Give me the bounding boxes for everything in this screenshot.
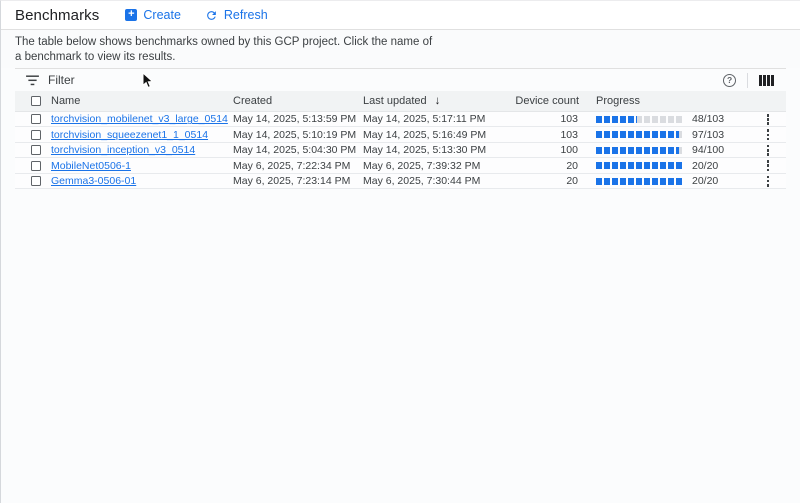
created-cell: May 14, 2025, 5:04:30 PM: [233, 144, 363, 156]
plus-icon: +: [125, 9, 137, 21]
progress-label: 97/103: [692, 129, 724, 141]
progress-label: 48/103: [692, 113, 724, 125]
device-count-cell: 100: [514, 144, 579, 156]
device-count-cell: 20: [514, 175, 579, 187]
progress-bar: [596, 178, 684, 185]
filter-icon: [26, 75, 39, 86]
column-display-button[interactable]: [757, 73, 776, 88]
refresh-button[interactable]: Refresh: [205, 8, 268, 22]
row-checkbox[interactable]: [31, 161, 41, 171]
device-count-cell: 103: [514, 129, 579, 141]
column-header-created[interactable]: Created: [233, 95, 363, 107]
row-checkbox[interactable]: [31, 114, 41, 124]
last-updated-cell: May 14, 2025, 5:13:30 PM: [363, 144, 514, 156]
progress-bar: [596, 116, 684, 123]
progress-label: 20/20: [692, 160, 718, 172]
progress-bar: [596, 162, 684, 169]
table-row: Gemma3-0506-01 May 6, 2025, 7:23:14 PM M…: [15, 174, 786, 189]
filter-bar: Filter ?: [15, 68, 786, 91]
progress-cell: 20/20: [579, 175, 749, 187]
sort-descending-icon: ↓: [435, 95, 441, 107]
progress-cell: 20/20: [579, 160, 749, 172]
description-line-2: a benchmark to view its results.: [15, 50, 786, 65]
create-button-label: Create: [143, 8, 181, 22]
table-header-row: Name Created Last updated↓ Device count …: [15, 91, 786, 112]
row-menu-button[interactable]: [763, 143, 774, 158]
progress-label: 94/100: [692, 144, 724, 156]
select-all-checkbox[interactable]: [31, 96, 41, 106]
progress-bar: [596, 131, 684, 138]
created-cell: May 14, 2025, 5:10:19 PM: [233, 129, 363, 141]
refresh-icon: [205, 9, 218, 22]
column-display-icon: [759, 75, 774, 86]
filter-button[interactable]: Filter: [26, 73, 75, 87]
table-row: torchvision_inception_v3_0514 May 14, 20…: [15, 143, 786, 158]
table-description: The table below shows benchmarks owned b…: [1, 30, 800, 68]
last-updated-cell: May 6, 2025, 7:30:44 PM: [363, 175, 514, 187]
refresh-button-label: Refresh: [224, 8, 268, 22]
page-title: Benchmarks: [15, 7, 99, 24]
benchmarks-card: Filter ? Name Created Last updated ↓ Devi…: [15, 68, 786, 189]
table-row: MobileNet0506-1 May 6, 2025, 7:22:34 PM …: [15, 158, 786, 173]
filter-label: Filter: [48, 73, 75, 87]
benchmark-name-link[interactable]: torchvision_squeezenet1_1_0514: [51, 129, 208, 141]
progress-cell: 94/100: [579, 144, 749, 156]
row-checkbox[interactable]: [31, 130, 41, 140]
created-cell: May 6, 2025, 7:23:14 PM: [233, 175, 363, 187]
row-checkbox[interactable]: [31, 145, 41, 155]
description-line-1: The table below shows benchmarks owned b…: [15, 35, 786, 50]
column-header-last-updated[interactable]: Last updated ↓: [363, 95, 514, 107]
row-menu-button[interactable]: [763, 174, 774, 189]
row-checkbox[interactable]: [31, 176, 41, 186]
created-cell: May 6, 2025, 7:22:34 PM: [233, 160, 363, 172]
title-bar: Benchmarks + Create Refresh: [1, 1, 800, 30]
filter-bar-actions: ?: [721, 72, 776, 89]
benchmark-name-link[interactable]: MobileNet0506-1: [51, 160, 131, 172]
last-updated-cell: May 6, 2025, 7:39:32 PM: [363, 160, 514, 172]
row-menu-button[interactable]: [763, 127, 774, 142]
toolbar-divider: [747, 73, 748, 88]
column-header-device-count[interactable]: Device count: [514, 95, 579, 107]
benchmark-name-link[interactable]: torchvision_mobilenet_v3_large_0514: [51, 113, 228, 125]
device-count-cell: 20: [514, 160, 579, 172]
progress-label: 20/20: [692, 175, 718, 187]
help-button[interactable]: ?: [721, 72, 738, 89]
table-row: torchvision_squeezenet1_1_0514 May 14, 2…: [15, 127, 786, 142]
progress-bar: [596, 147, 684, 154]
last-updated-cell: May 14, 2025, 5:16:49 PM: [363, 129, 514, 141]
progress-cell: 48/103: [579, 113, 749, 125]
column-header-name[interactable]: Name: [51, 95, 233, 107]
device-count-cell: 103: [514, 113, 579, 125]
help-icon: ?: [723, 74, 736, 87]
column-header-progress[interactable]: Progress: [579, 95, 749, 107]
last-updated-cell: May 14, 2025, 5:17:11 PM: [363, 113, 514, 125]
row-menu-button[interactable]: [763, 112, 774, 127]
created-cell: May 14, 2025, 5:13:59 PM: [233, 113, 363, 125]
header-checkbox-cell: [31, 96, 51, 106]
benchmark-name-link[interactable]: Gemma3-0506-01: [51, 175, 136, 187]
create-button[interactable]: + Create: [125, 8, 181, 22]
table-row: torchvision_mobilenet_v3_large_0514 May …: [15, 112, 786, 127]
progress-cell: 97/103: [579, 129, 749, 141]
row-menu-button[interactable]: [763, 158, 774, 173]
column-header-last-updated-label: Last updated: [363, 95, 427, 107]
benchmark-name-link[interactable]: torchvision_inception_v3_0514: [51, 144, 195, 156]
